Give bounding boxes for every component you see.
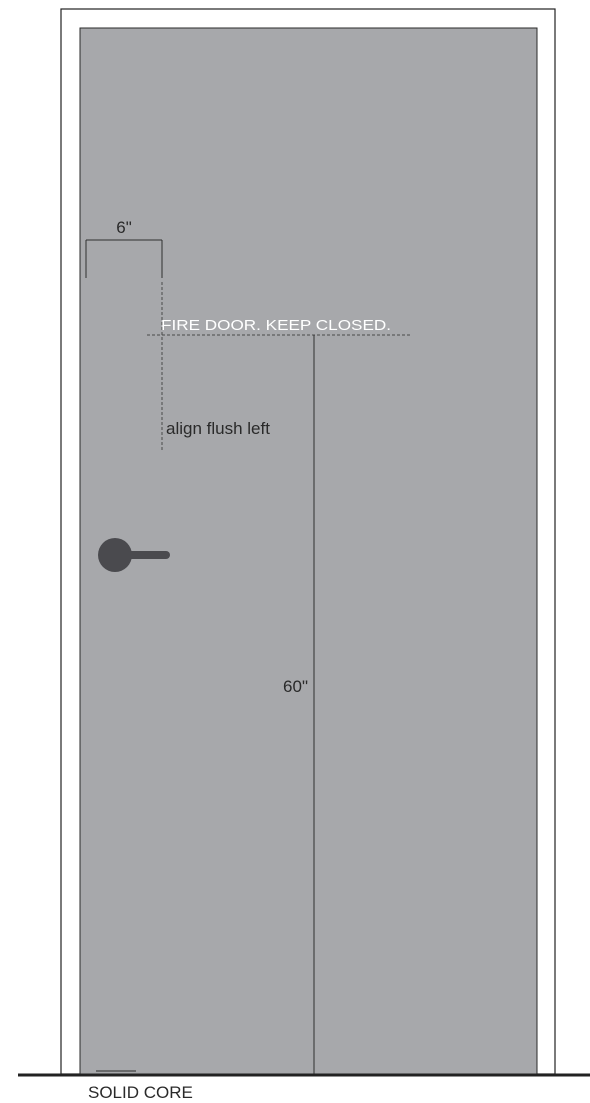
door-type-label: SOLID CORE — [88, 1083, 193, 1102]
alignment-note: align flush left — [166, 419, 270, 438]
sign-text: FIRE DOOR. KEEP CLOSED. — [161, 318, 391, 334]
fire-door-elevation-drawing: 6" FIRE DOOR. KEEP CLOSED. align flush l… — [18, 8, 590, 1102]
width-dimension-label: 6" — [116, 218, 132, 237]
handle-lever — [120, 551, 170, 559]
height-dimension-label: 60" — [283, 677, 308, 696]
